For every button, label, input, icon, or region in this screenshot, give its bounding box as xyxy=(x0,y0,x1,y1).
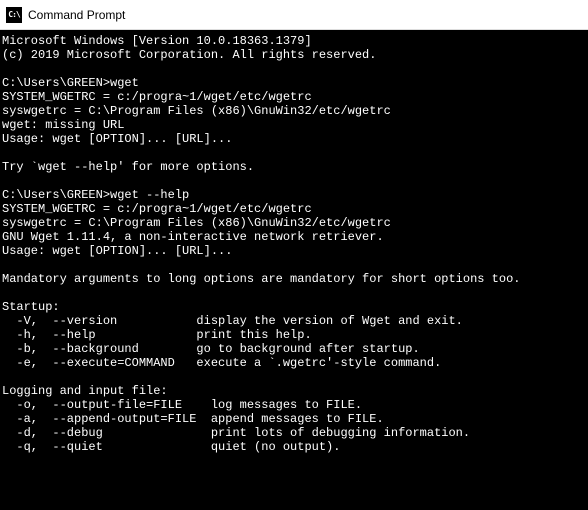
terminal-line: Try `wget --help' for more options. xyxy=(2,160,586,174)
terminal-line: Microsoft Windows [Version 10.0.18363.13… xyxy=(2,34,586,48)
terminal-line: -V, --version display the version of Wge… xyxy=(2,314,586,328)
terminal-line: C:\Users\GREEN>wget --help xyxy=(2,188,586,202)
terminal-line: wget: missing URL xyxy=(2,118,586,132)
terminal-line: Usage: wget [OPTION]... [URL]... xyxy=(2,132,586,146)
terminal-line: -b, --background go to background after … xyxy=(2,342,586,356)
terminal-line: syswgetrc = C:\Program Files (x86)\GnuWi… xyxy=(2,104,586,118)
terminal-line: -o, --output-file=FILE log messages to F… xyxy=(2,398,586,412)
terminal-line: -a, --append-output=FILE append messages… xyxy=(2,412,586,426)
terminal-line xyxy=(2,370,586,384)
terminal-line xyxy=(2,146,586,160)
terminal-line: GNU Wget 1.11.4, a non-interactive netwo… xyxy=(2,230,586,244)
terminal-line: Usage: wget [OPTION]... [URL]... xyxy=(2,244,586,258)
titlebar[interactable]: C:\ Command Prompt xyxy=(0,0,588,30)
terminal-line xyxy=(2,174,586,188)
terminal-line: -h, --help print this help. xyxy=(2,328,586,342)
terminal-line: SYSTEM_WGETRC = c:/progra~1/wget/etc/wge… xyxy=(2,202,586,216)
command-prompt-icon: C:\ xyxy=(6,7,22,23)
terminal-line: -e, --execute=COMMAND execute a `.wgetrc… xyxy=(2,356,586,370)
terminal-line xyxy=(2,62,586,76)
terminal-line: -d, --debug print lots of debugging info… xyxy=(2,426,586,440)
terminal-line: C:\Users\GREEN>wget xyxy=(2,76,586,90)
window-title: Command Prompt xyxy=(28,8,125,22)
terminal-line: syswgetrc = C:\Program Files (x86)\GnuWi… xyxy=(2,216,586,230)
terminal-line xyxy=(2,286,586,300)
terminal-line: -q, --quiet quiet (no output). xyxy=(2,440,586,454)
terminal-line: Mandatory arguments to long options are … xyxy=(2,272,586,286)
terminal-line: (c) 2019 Microsoft Corporation. All righ… xyxy=(2,48,586,62)
terminal-line: SYSTEM_WGETRC = c:/progra~1/wget/etc/wge… xyxy=(2,90,586,104)
terminal-line: Startup: xyxy=(2,300,586,314)
terminal-line: Logging and input file: xyxy=(2,384,586,398)
terminal-output[interactable]: Microsoft Windows [Version 10.0.18363.13… xyxy=(0,30,588,510)
terminal-line xyxy=(2,258,586,272)
